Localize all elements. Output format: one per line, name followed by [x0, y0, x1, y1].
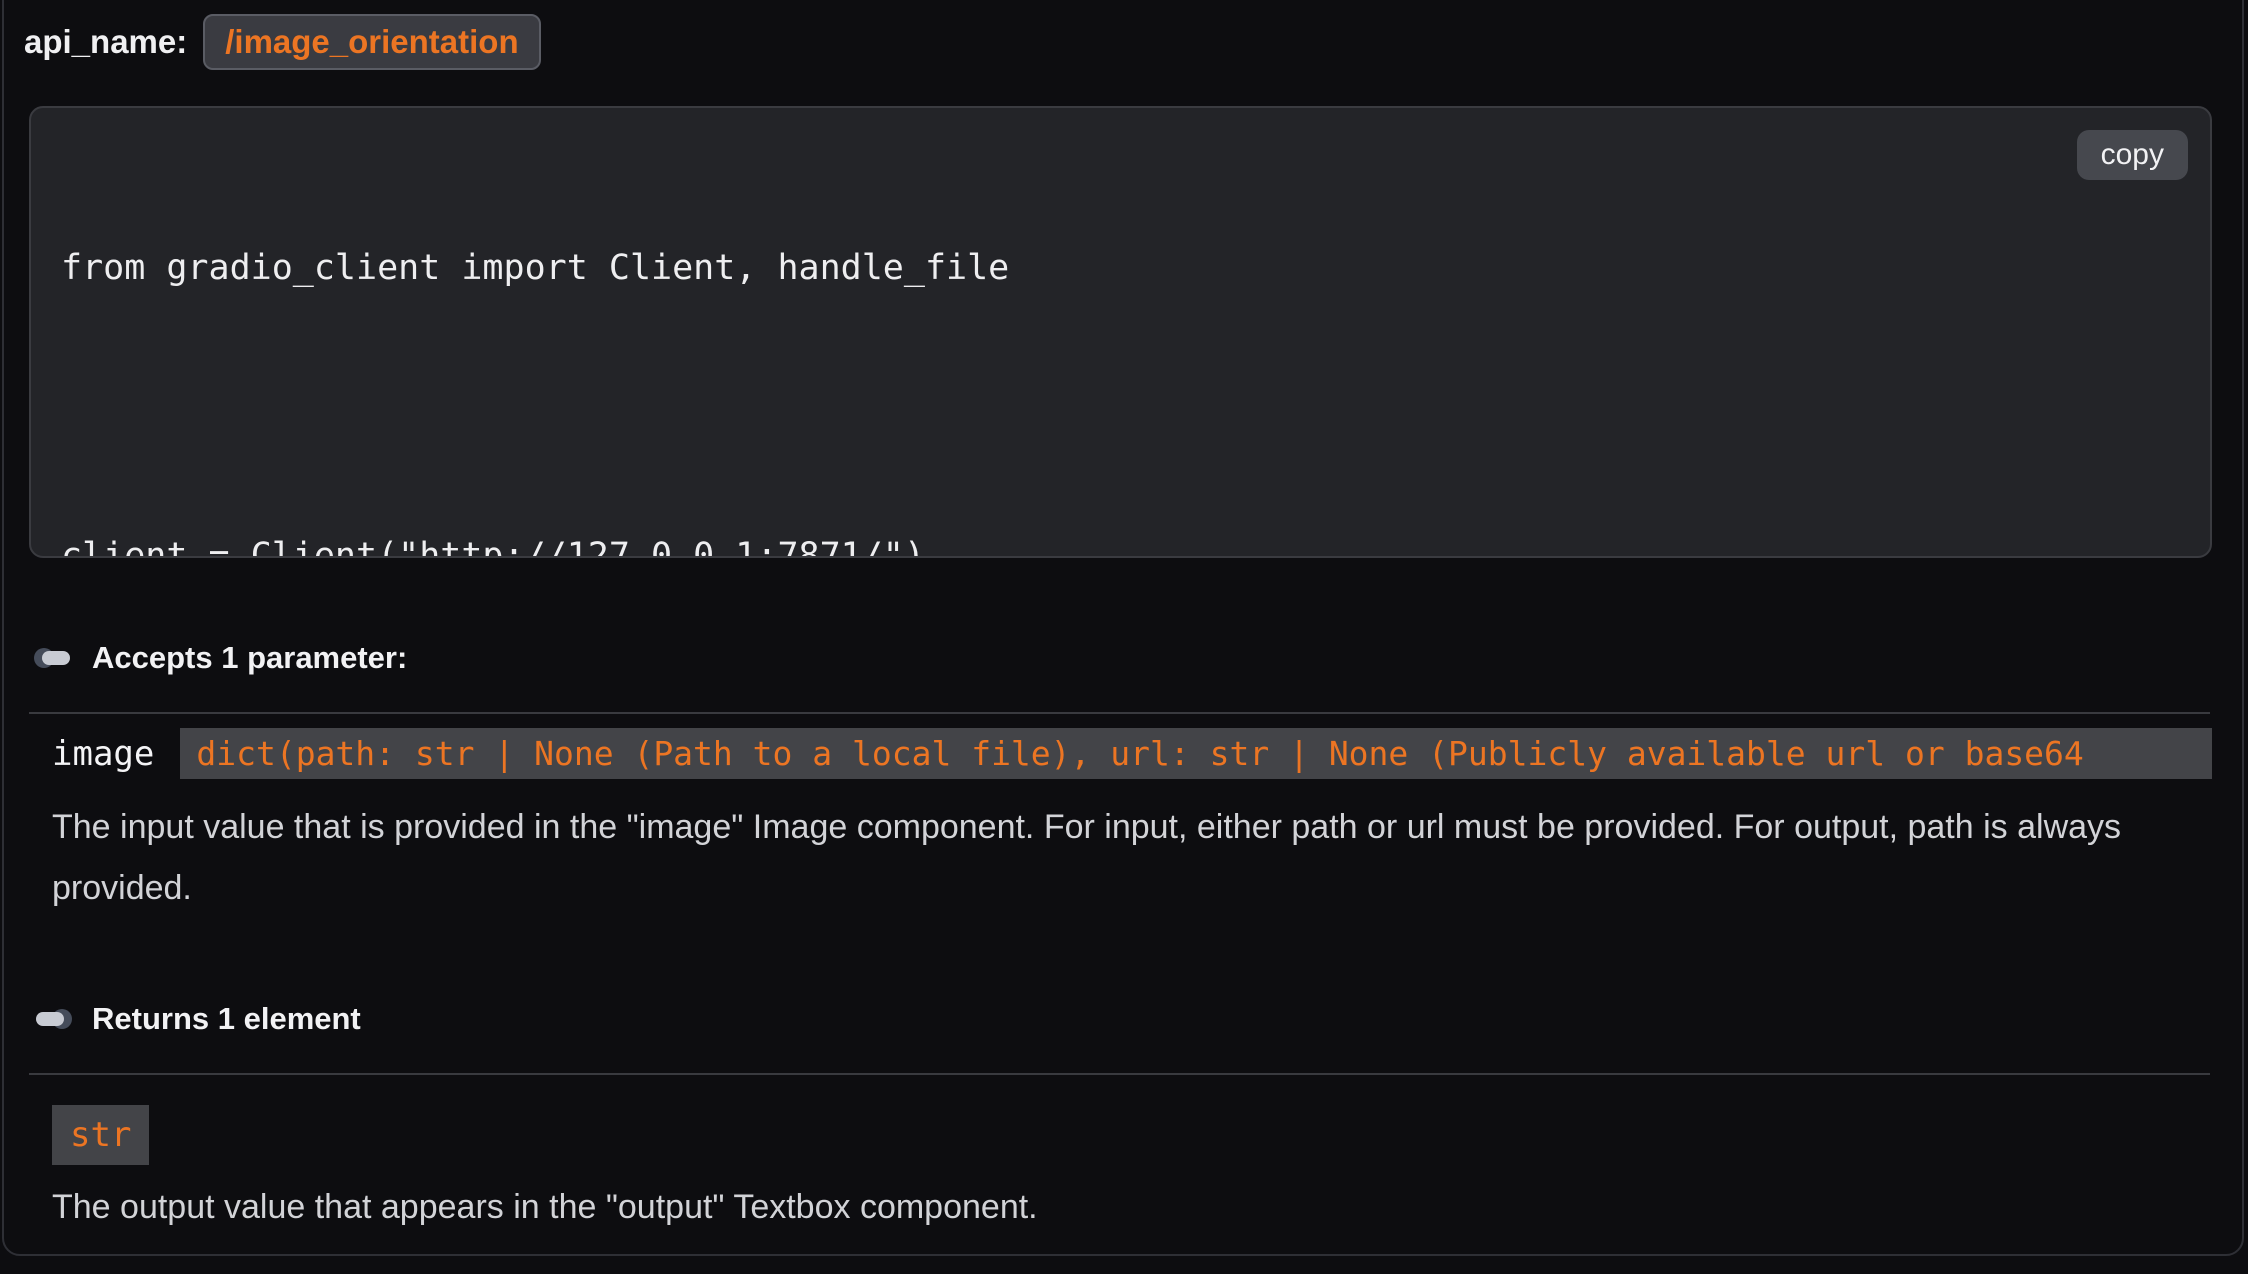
endpoint-name-badge[interactable]: /image_orientation — [203, 14, 540, 70]
divider — [29, 712, 2210, 714]
parameter-description: The input value that is provided in the … — [52, 797, 2122, 919]
code-line-import: from gradio_client import Client, handle… — [61, 244, 2210, 292]
parameter-name: image — [52, 734, 154, 774]
api-endpoint-card: api_name: /image_orientation copy from g… — [2, 0, 2244, 1256]
api-name-header: api_name: /image_orientation — [24, 14, 2242, 70]
code-line-client: client = Client("http://127.0.0.1:7871/"… — [61, 532, 2210, 558]
copy-button[interactable]: copy — [2077, 130, 2188, 180]
returns-heading-row: Returns 1 element — [34, 1001, 2242, 1037]
parameter-type-badge: dict(path: str | None (Path to a local f… — [180, 728, 2212, 779]
parameter-input-icon — [34, 648, 72, 668]
divider — [29, 1073, 2210, 1075]
return-description: The output value that appears in the "ou… — [52, 1177, 2242, 1237]
parameter-row: image dict(path: str | None (Path to a l… — [52, 728, 2212, 779]
api-name-label: api_name: — [24, 23, 187, 61]
return-output-icon — [34, 1009, 72, 1029]
code-line-blank — [61, 388, 2210, 436]
code-snippet-block: copy from gradio_client import Client, h… — [29, 106, 2212, 558]
code-lines: from gradio_client import Client, handle… — [61, 148, 2210, 558]
accepts-heading-row: Accepts 1 parameter: — [34, 640, 2242, 676]
return-type-badge: str — [52, 1105, 149, 1165]
returns-heading: Returns 1 element — [92, 1001, 361, 1037]
accepts-heading: Accepts 1 parameter: — [92, 640, 407, 676]
